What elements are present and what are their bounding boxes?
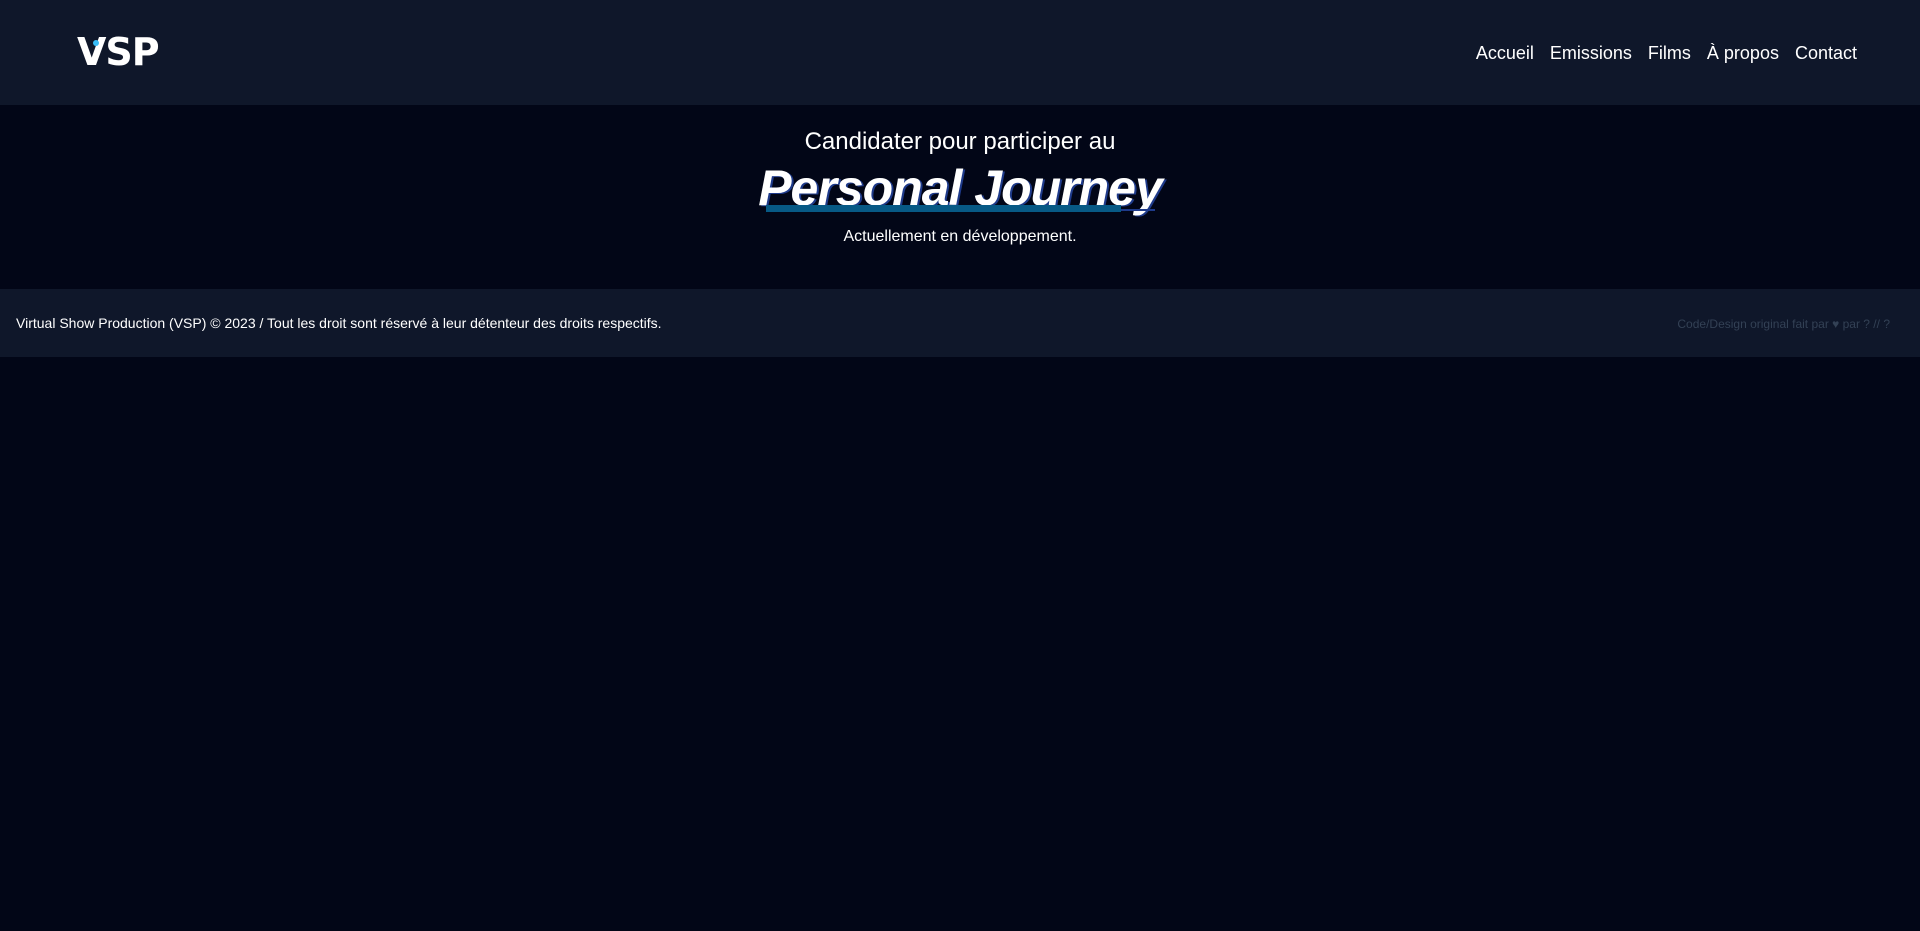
nav-films[interactable]: Films bbox=[1648, 38, 1691, 68]
credit-suffix: par ? // ? bbox=[1842, 317, 1890, 331]
nav-accueil[interactable]: Accueil bbox=[1476, 38, 1534, 68]
hero-subtitle: Candidater pour participer au bbox=[804, 128, 1116, 155]
title-underline-shadow bbox=[1121, 209, 1155, 211]
logo-letter-v: V bbox=[77, 30, 106, 74]
copyright-text: Virtual Show Production (VSP) © 2023 / T… bbox=[16, 315, 662, 331]
heart-icon: ♥ bbox=[1832, 317, 1840, 331]
vsp-logo[interactable]: V SP bbox=[77, 30, 160, 74]
title-underline bbox=[766, 205, 1121, 212]
development-note: Actuellement en développement. bbox=[843, 228, 1077, 245]
site-header: V SP Accueil Emissions Films À propos Co… bbox=[0, 0, 1920, 105]
nav-contact[interactable]: Contact bbox=[1795, 38, 1857, 68]
credit-prefix: Code/Design original fait par bbox=[1677, 317, 1829, 331]
logo-accent-dot bbox=[93, 40, 99, 46]
nav-emissions[interactable]: Emissions bbox=[1550, 38, 1632, 68]
nav-a-propos[interactable]: À propos bbox=[1707, 38, 1779, 68]
logo-letters-sp: SP bbox=[105, 30, 159, 74]
hero-section: Candidater pour participer au Personal J… bbox=[0, 105, 1920, 289]
main-nav: Accueil Emissions Films À propos Contact bbox=[1476, 38, 1857, 68]
site-footer: Virtual Show Production (VSP) © 2023 / T… bbox=[0, 289, 1920, 357]
credit-text: Code/Design original fait par ♥ par ? //… bbox=[1677, 316, 1890, 332]
